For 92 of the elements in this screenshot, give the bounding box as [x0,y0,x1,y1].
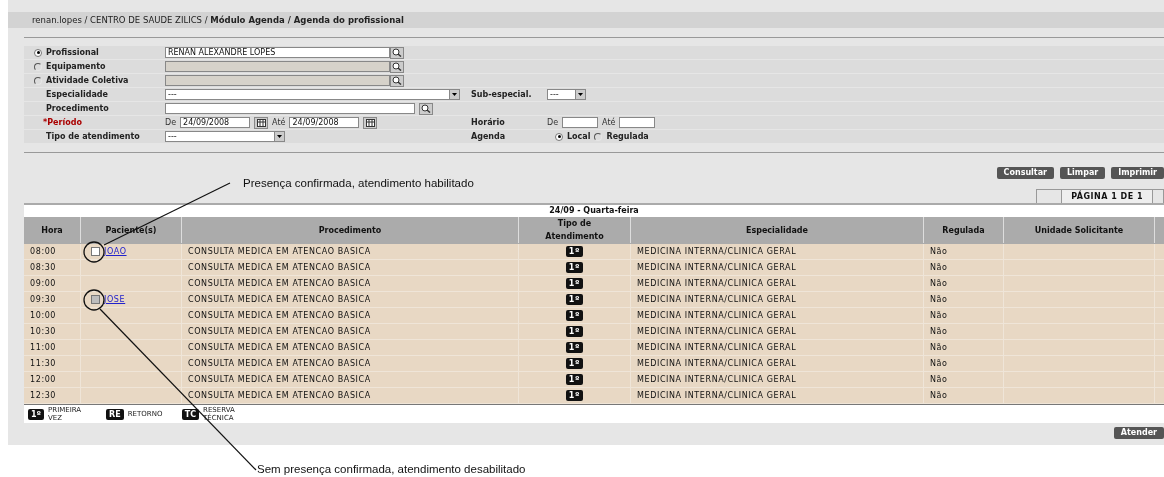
column-header: Hora [24,217,81,243]
breadcrumb: renan.lopes / CENTRO DE SAUDE ZILICS / Módulo Agenda / Agenda do profissional [8,12,1164,28]
table-cell: 08:00 [24,244,81,259]
table-cell: 10:00 [24,308,81,323]
field-label: De [165,118,177,127]
atender-button[interactable]: Atender [1113,427,1164,439]
table-cell: CONSULTA MEDICA EM ATENCAO BASICA [182,356,519,371]
type-badge: 1º [565,294,584,305]
type-badge: 1º [565,262,584,273]
field-label: Especialidade [46,90,109,99]
annotation-text: Presença confirmada, atendimento habilitado [243,177,474,189]
field-label: *Período [43,118,82,127]
type-badge: 1º [565,246,584,257]
table-cell: 09:00 [24,276,81,291]
table-cell: CONSULTA MEDICA EM ATENCAO BASICA [182,308,519,323]
type-badge: 1º [565,390,584,401]
table-cell: MEDICINA INTERNA/CLINICA GERAL [631,388,924,403]
column-header: Unidade Solicitante [1004,217,1155,243]
column-header: Tipo de Atendimento [519,217,631,243]
field-label: Sub-especial. [471,90,532,99]
type-badge: TC [181,408,200,420]
date-header: 24/09 - Quarta-feira [24,205,1164,217]
tipo-atendimento-select[interactable]: --- [165,131,285,142]
type-badge: 1º [565,342,584,353]
action-button[interactable]: Limpar [1060,167,1106,179]
field-label: Agenda [471,132,506,141]
table-cell: CONSULTA MEDICA EM ATENCAO BASICA [182,260,519,275]
table-cell: CONSULTA MEDICA EM ATENCAO BASICA [182,372,519,387]
column-header: Especialidade [631,217,924,243]
table-cell: MEDICINA INTERNA/CLINICA GERAL [631,292,924,307]
table-cell: 12:30 [24,388,81,403]
field-label: Atividade Coletiva [46,76,129,85]
action-button[interactable]: Consultar [996,167,1054,179]
table-cell: CONSULTA MEDICA EM ATENCAO BASICA [182,276,519,291]
table-cell: Não [924,308,1004,323]
sub-especialidade-select[interactable]: --- [547,89,586,100]
field-label: Até [602,118,616,127]
table-cell: MEDICINA INTERNA/CLINICA GERAL [631,308,924,323]
table-cell: MEDICINA INTERNA/CLINICA GERAL [631,356,924,371]
field-label: Horário [471,118,505,127]
patient-link[interactable]: JOAO [104,247,127,256]
date-field[interactable]: 24/09/2008 [180,117,251,128]
type-badge: 1º [565,374,584,385]
field-label: Até [272,118,286,127]
type-badge: 1º [28,408,45,420]
input-field[interactable]: RENAN ALEXANDRE LOPES [165,47,390,58]
type-badge: 1º [565,326,584,337]
field-label: Procedimento [46,104,109,113]
action-button[interactable]: Imprimir [1111,167,1164,179]
table-cell: 12:00 [24,372,81,387]
type-badge: 1º [565,278,584,289]
table-cell: CONSULTA MEDICA EM ATENCAO BASICA [182,292,519,307]
date-field[interactable]: 24/09/2008 [289,117,360,128]
type-badge: 1º [565,310,584,321]
table-cell: MEDICINA INTERNA/CLINICA GERAL [631,372,924,387]
especialidade-select[interactable]: --- [165,89,460,100]
field-label: De [547,118,559,127]
column-header: Regulada [924,217,1004,243]
table-cell: MEDICINA INTERNA/CLINICA GERAL [631,244,924,259]
page-indicator: PÁGINA 1 DE 1 [1062,190,1153,203]
table-cell: CONSULTA MEDICA EM ATENCAO BASICA [182,244,519,259]
patient-link[interactable]: JOSE [104,295,126,304]
table-cell: Não [924,276,1004,291]
option-label: Local [567,132,591,141]
table-cell: Não [924,340,1004,355]
table-cell: MEDICINA INTERNA/CLINICA GERAL [631,340,924,355]
table-cell: MEDICINA INTERNA/CLINICA GERAL [631,260,924,275]
table-cell: Não [924,388,1004,403]
table-cell: 08:30 [24,260,81,275]
annotation-text: Sem presença confirmada, atendimento desabilitado [257,463,526,475]
table-cell: 10:30 [24,324,81,339]
column-header: Procedimento [182,217,519,243]
table-cell: Não [924,324,1004,339]
table-cell: CONSULTA MEDICA EM ATENCAO BASICA [182,340,519,355]
field-label: Equipamento [46,62,106,71]
table-cell: MEDICINA INTERNA/CLINICA GERAL [631,324,924,339]
table-cell: 11:00 [24,340,81,355]
option-label: Regulada [606,132,649,141]
table-cell: Não [924,292,1004,307]
table-cell: Não [924,260,1004,275]
table-cell: CONSULTA MEDICA EM ATENCAO BASICA [182,324,519,339]
table-cell: Não [924,372,1004,387]
table-cell: 09:30 [24,292,81,307]
table-cell: MEDICINA INTERNA/CLINICA GERAL [631,276,924,291]
table-cell: 11:30 [24,356,81,371]
type-badge: RE [106,408,124,420]
field-label: Tipo de atendimento [46,132,140,141]
table-cell: CONSULTA MEDICA EM ATENCAO BASICA [182,388,519,403]
field-label: Profissional [46,48,99,57]
table-cell: Não [924,244,1004,259]
type-badge: 1º [565,358,584,369]
table-cell: Não [924,356,1004,371]
